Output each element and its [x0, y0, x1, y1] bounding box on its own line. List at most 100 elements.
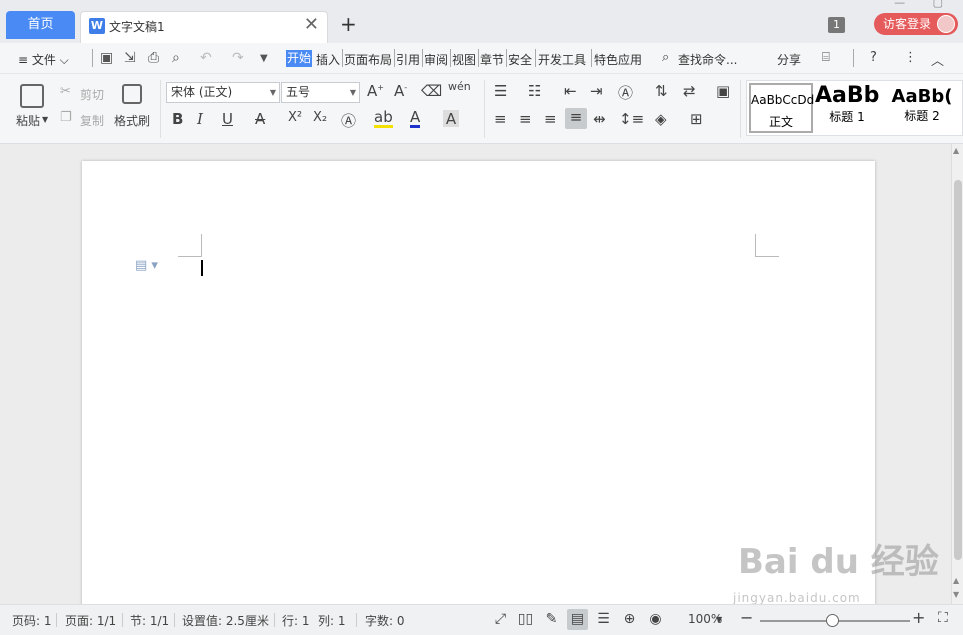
- table-of-contents-icon[interactable]: ▣: [716, 82, 730, 100]
- tab-features[interactable]: 特色应用: [594, 51, 642, 68]
- grow-font-icon[interactable]: A+: [367, 82, 384, 100]
- paste-label[interactable]: 粘贴: [16, 112, 40, 129]
- chinese-layout-icon[interactable]: Ⓐ: [618, 82, 633, 103]
- tab-document[interactable]: W 文字文稿1 ✕: [80, 11, 328, 43]
- status-pages[interactable]: 页面: 1/1: [65, 612, 116, 629]
- zoom-slider-knob[interactable]: [826, 614, 839, 627]
- style-normal[interactable]: AaBbCcDd 正文: [749, 83, 814, 133]
- collapse-ribbon-icon[interactable]: ︿: [931, 50, 944, 69]
- fullscreen-icon[interactable]: ⤢: [490, 609, 511, 630]
- scroll-up-icon[interactable]: ▲: [953, 576, 959, 585]
- italic-button[interactable]: I: [197, 110, 203, 128]
- paste-dropdown-icon[interactable]: ▼: [42, 115, 48, 124]
- web-view-icon[interactable]: ⊕: [619, 609, 640, 630]
- edit-pen-icon[interactable]: ✎: [541, 609, 562, 630]
- tab-view[interactable]: 视图: [452, 51, 476, 68]
- tab-home[interactable]: 首页: [6, 11, 75, 39]
- copy-button[interactable]: 复制: [80, 112, 104, 129]
- window-count-badge[interactable]: 1: [828, 17, 845, 33]
- status-setting[interactable]: 设置值: 2.5厘米: [182, 612, 269, 629]
- save-icon[interactable]: ▣: [100, 50, 113, 66]
- redo-icon[interactable]: ↷: [232, 50, 244, 66]
- style-heading-1[interactable]: AaBb 标题 1: [815, 83, 879, 133]
- tab-review[interactable]: 审阅: [424, 51, 448, 68]
- visitor-login-button[interactable]: 访客登录: [874, 13, 958, 35]
- status-col[interactable]: 列: 1: [318, 612, 346, 629]
- page-view-icon[interactable]: ▤: [567, 609, 588, 630]
- superscript-button[interactable]: X²: [288, 110, 302, 125]
- bold-button[interactable]: B: [172, 110, 183, 128]
- status-page[interactable]: 页码: 1: [12, 612, 52, 629]
- strikethrough-button[interactable]: A: [255, 110, 265, 128]
- format-painter-icon[interactable]: [122, 84, 142, 104]
- print-preview-icon[interactable]: ⌕: [172, 50, 180, 66]
- tab-chapter[interactable]: 章节: [480, 51, 504, 68]
- eye-protection-icon[interactable]: ◉: [645, 609, 666, 630]
- status-section[interactable]: 节: 1/1: [130, 612, 169, 629]
- tab-page-layout[interactable]: 页面布局: [344, 51, 392, 68]
- fit-window-icon[interactable]: ⛶: [938, 610, 948, 626]
- scroll-down-icon[interactable]: ▼: [953, 590, 959, 599]
- window-controls[interactable]: — ▢: [894, 0, 955, 9]
- paste-icon[interactable]: [20, 84, 44, 108]
- borders-icon[interactable]: ⊞: [690, 110, 703, 128]
- search-command[interactable]: 查找命令...: [678, 51, 737, 68]
- tab-start[interactable]: 开始: [286, 50, 313, 67]
- font-color-icon[interactable]: A: [410, 110, 421, 128]
- format-painter-label[interactable]: 格式刷: [114, 112, 150, 129]
- style-gallery: AaBbCcDd 正文 AaBb 标题 1 AaBb( 标题 2: [746, 80, 963, 136]
- bullets-icon[interactable]: ☰: [494, 82, 507, 100]
- new-tab-button[interactable]: +: [340, 12, 357, 36]
- customize-icon[interactable]: ▼: [260, 53, 268, 64]
- font-size-select[interactable]: 五号 ▼: [281, 82, 360, 103]
- outline-view-icon[interactable]: ☰: [593, 609, 614, 630]
- shrink-font-icon[interactable]: A-: [394, 82, 407, 100]
- more-icon[interactable]: ⋮: [904, 50, 917, 65]
- shading-icon[interactable]: ◈: [655, 110, 667, 128]
- justify-icon[interactable]: ≡: [565, 108, 587, 129]
- zoom-in-icon[interactable]: +: [912, 608, 925, 627]
- subscript-button[interactable]: X₂: [313, 110, 327, 125]
- text-effect-icon[interactable]: Ⓐ: [341, 110, 356, 131]
- sort-icon[interactable]: ⇅: [655, 82, 668, 100]
- align-right-icon[interactable]: ≡: [544, 110, 557, 128]
- show-marks-icon[interactable]: ⇄: [683, 82, 696, 100]
- status-row[interactable]: 行: 1: [282, 612, 310, 629]
- tab-references[interactable]: 引用: [396, 51, 420, 68]
- numbering-icon[interactable]: ☷: [528, 82, 541, 100]
- tab-developer[interactable]: 开发工具: [538, 51, 586, 68]
- tab-security[interactable]: 安全: [508, 51, 532, 68]
- font-name-select[interactable]: 宋体 (正文) ▼: [166, 82, 280, 103]
- align-left-icon[interactable]: ≡: [494, 110, 507, 128]
- vertical-scrollbar[interactable]: ▲ ▲ ▼: [951, 144, 963, 604]
- print-icon[interactable]: ⎙: [148, 50, 159, 66]
- style-heading-2[interactable]: AaBb( 标题 2: [881, 83, 962, 133]
- share-button[interactable]: 分享: [777, 51, 801, 68]
- align-center-icon[interactable]: ≡: [519, 110, 532, 128]
- underline-button[interactable]: U: [222, 110, 233, 128]
- zoom-out-icon[interactable]: −: [740, 608, 753, 627]
- scrollbar-thumb[interactable]: [954, 180, 962, 560]
- export-icon[interactable]: ⇲: [124, 50, 136, 66]
- search-icon[interactable]: ⌕: [662, 50, 669, 65]
- tab-insert[interactable]: 插入: [316, 51, 340, 68]
- cut-button[interactable]: 剪切: [80, 86, 104, 103]
- increase-indent-icon[interactable]: ⇥: [590, 82, 603, 100]
- decrease-indent-icon[interactable]: ⇤: [564, 82, 577, 100]
- file-menu[interactable]: ≡ 文件 ⌵: [18, 51, 69, 68]
- reading-view-icon[interactable]: ▯▯: [515, 609, 536, 630]
- help-button[interactable]: ?: [870, 50, 877, 65]
- status-word-count[interactable]: 字数: 0: [365, 612, 405, 629]
- phonetic-icon[interactable]: wén: [448, 80, 471, 93]
- char-shading-icon[interactable]: A: [443, 110, 459, 128]
- close-tab-icon[interactable]: ✕: [304, 14, 319, 35]
- undo-icon[interactable]: ↶: [200, 50, 212, 66]
- chevron-down-icon[interactable]: ▼: [716, 615, 722, 624]
- line-spacing-icon[interactable]: ↕≡: [619, 110, 644, 128]
- scroll-up-icon[interactable]: ▲: [953, 146, 959, 155]
- highlight-icon[interactable]: ab: [374, 110, 393, 128]
- distributed-icon[interactable]: ⇹: [593, 110, 606, 128]
- clear-format-icon[interactable]: ⌫: [421, 82, 442, 100]
- cloud-icon[interactable]: ⌸: [822, 50, 830, 65]
- paragraph-handle-icon[interactable]: ▤ ▾: [135, 258, 158, 273]
